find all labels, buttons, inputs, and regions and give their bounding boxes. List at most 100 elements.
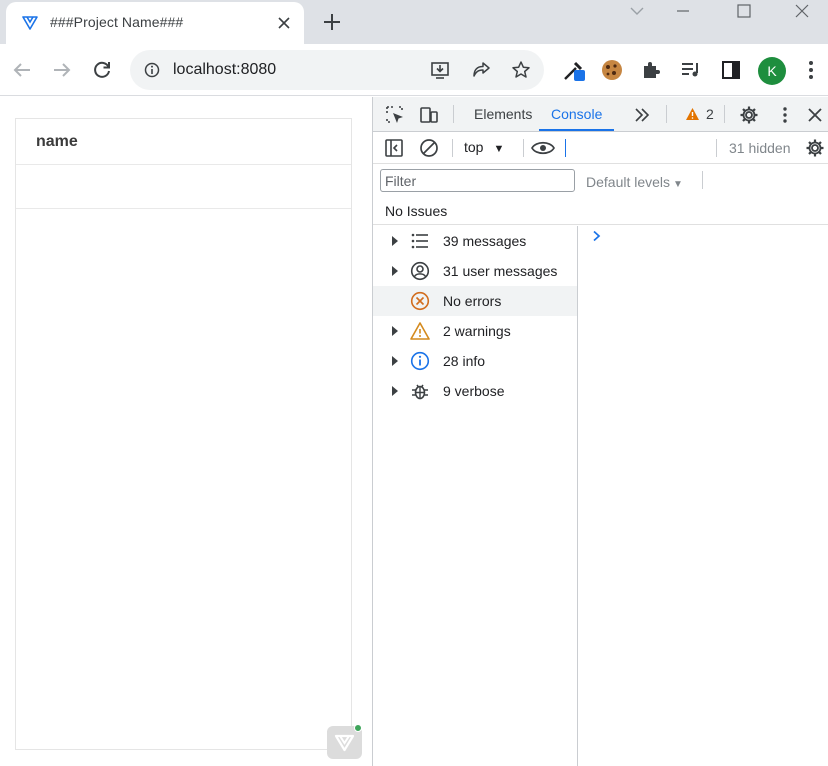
sidebar-item-warnings[interactable]: 2 warnings — [373, 316, 577, 346]
tab-strip: ###Project Name### — [0, 0, 828, 44]
prompt-chevron-icon — [593, 230, 601, 242]
bookmark-star-icon[interactable] — [511, 60, 531, 80]
column-header-name[interactable]: name — [36, 133, 78, 150]
back-arrow-icon[interactable] — [10, 58, 34, 82]
profile-avatar[interactable]: K — [758, 57, 786, 85]
issues-bar[interactable]: No Issues — [373, 196, 828, 225]
context-value: top — [464, 139, 484, 155]
sidebar-toggle-icon[interactable] — [384, 138, 404, 158]
tab-title: ###Project Name### — [50, 14, 184, 30]
sidebar-item-label: No errors — [443, 293, 502, 309]
context-selector[interactable]: top ▼ — [464, 139, 504, 155]
minimize-icon — [677, 10, 689, 12]
reload-icon[interactable] — [90, 58, 114, 82]
color-picker-extension-icon[interactable] — [562, 58, 586, 82]
sidebar-item-user-messages[interactable]: 31 user messages — [373, 256, 577, 286]
divider — [453, 105, 454, 123]
expand-triangle-icon[interactable] — [392, 326, 398, 336]
media-queue-icon[interactable] — [679, 58, 703, 82]
caret-down-icon: ▼ — [673, 179, 683, 190]
address-bar[interactable]: localhost:8080 — [130, 50, 544, 90]
console-settings-gear-icon[interactable] — [805, 138, 825, 158]
maximize-icon — [737, 4, 751, 18]
expand-triangle-icon[interactable] — [392, 236, 398, 246]
divider — [724, 105, 725, 123]
caret-down-icon: ▼ — [493, 143, 505, 155]
page-viewport: name — [0, 97, 372, 766]
table-row — [16, 165, 351, 209]
warning-icon — [410, 322, 430, 340]
devtools-panel: Elements Console 2 top ▼ 31 hidden Filte… — [372, 97, 828, 766]
tab-elements[interactable]: Elements — [474, 97, 532, 131]
log-levels-label: Default levels — [586, 174, 671, 190]
sidebar-item-label: 31 user messages — [443, 263, 558, 279]
minimize-button[interactable] — [660, 0, 706, 22]
tab-console[interactable]: Console — [539, 97, 615, 131]
site-info-icon[interactable] — [144, 62, 160, 78]
hidden-messages-count: 31 hidden — [729, 140, 791, 156]
vue-devtools-button[interactable] — [327, 724, 362, 759]
issues-status: No Issues — [385, 203, 448, 219]
divider — [702, 171, 703, 189]
sidebar-item-label: 9 verbose — [443, 383, 505, 399]
close-icon — [795, 4, 809, 18]
vite-favicon-icon — [22, 16, 38, 30]
browser-tab[interactable]: ###Project Name### — [6, 2, 304, 44]
clear-console-icon[interactable] — [419, 138, 439, 158]
settings-gear-icon[interactable] — [739, 105, 759, 125]
user-icon — [410, 261, 430, 281]
expand-triangle-icon[interactable] — [392, 266, 398, 276]
divider — [716, 139, 717, 157]
input-cursor — [565, 139, 566, 157]
bug-icon — [412, 384, 428, 400]
chevron-down-icon — [630, 7, 644, 15]
warning-triangle-icon — [686, 108, 699, 120]
status-dot — [354, 724, 362, 732]
divider — [452, 139, 453, 157]
expand-triangle-icon[interactable] — [392, 356, 398, 366]
device-toolbar-icon[interactable] — [419, 105, 439, 125]
new-tab-icon[interactable] — [320, 10, 344, 34]
data-table: name — [15, 118, 352, 750]
more-menu-icon[interactable] — [799, 58, 823, 82]
log-levels-dropdown[interactable]: Default levels ▼ — [586, 174, 683, 190]
devtools-tabbar: Elements Console 2 — [373, 97, 828, 132]
close-window-button[interactable] — [779, 0, 825, 22]
list-icon — [411, 233, 428, 249]
console-output[interactable] — [578, 226, 828, 766]
maximize-button[interactable] — [721, 0, 767, 22]
cookie-extension-icon[interactable] — [600, 58, 624, 82]
console-toolbar: top ▼ 31 hidden — [373, 132, 828, 164]
console-sidebar: 39 messages 31 user messages No errors 2… — [373, 226, 578, 766]
browser-toolbar: localhost:8080 K — [0, 44, 828, 96]
filter-input[interactable] — [380, 169, 575, 192]
forward-arrow-icon[interactable] — [50, 58, 74, 82]
tab-search-button[interactable] — [614, 0, 660, 22]
sidebar-item-info[interactable]: 28 info — [373, 346, 577, 376]
live-expression-eye-icon[interactable] — [531, 138, 555, 158]
sidebar-item-messages[interactable]: 39 messages — [373, 226, 577, 256]
sidebar-item-label: 2 warnings — [443, 323, 511, 339]
sidebar-item-errors[interactable]: No errors — [373, 286, 577, 316]
sidebar-item-label: 28 info — [443, 353, 486, 369]
url-text[interactable]: localhost:8080 — [173, 61, 276, 79]
side-panel-icon[interactable] — [719, 58, 743, 82]
sidebar-item-verbose[interactable]: 9 verbose — [373, 376, 577, 406]
close-tab-icon[interactable] — [276, 15, 292, 31]
console-prompt[interactable] — [578, 226, 828, 248]
divider — [523, 139, 524, 157]
inspect-element-icon[interactable] — [385, 105, 405, 125]
sidebar-item-label: 39 messages — [443, 233, 527, 249]
warnings-counter[interactable]: 2 — [685, 97, 714, 131]
expand-triangle-icon[interactable] — [392, 386, 398, 396]
console-filterbar: Default levels▼ — [373, 164, 828, 196]
extensions-puzzle-icon[interactable] — [640, 58, 664, 82]
more-tabs-chevron-icon[interactable] — [632, 105, 652, 125]
error-icon — [410, 291, 430, 311]
table-header: name — [16, 119, 351, 165]
install-app-icon[interactable] — [430, 60, 450, 80]
divider — [666, 105, 667, 123]
devtools-menu-icon[interactable] — [775, 105, 795, 125]
share-icon[interactable] — [471, 60, 491, 80]
close-devtools-icon[interactable] — [805, 105, 825, 125]
